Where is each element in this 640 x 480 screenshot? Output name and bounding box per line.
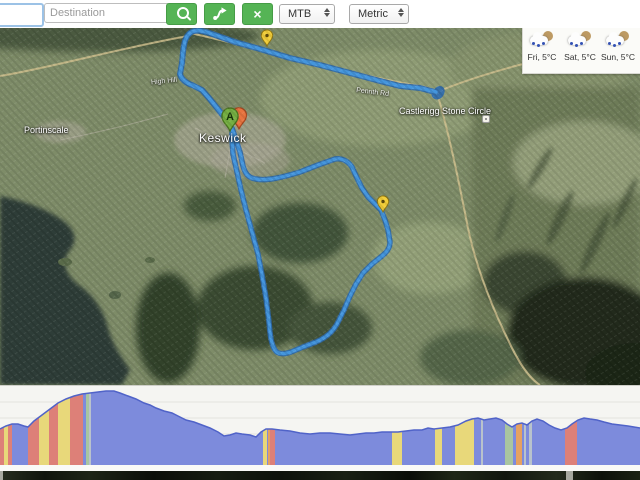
route-type-select[interactable]: MTB <box>279 4 335 24</box>
rain-sun-icon <box>530 31 554 49</box>
photo-strip[interactable] <box>0 471 640 480</box>
rain-sun-icon <box>606 31 630 49</box>
weather-day-label: Fri, 5°C <box>527 52 557 62</box>
map-label-town: Keswick <box>199 131 247 145</box>
map-canvas[interactable]: A Keswick Portinscale Castlerigg Stone C… <box>0 28 640 385</box>
weather-day: Fri, 5°C <box>523 26 561 73</box>
search-icon <box>176 7 189 19</box>
route-type-value: MTB <box>288 8 312 20</box>
search-button[interactable] <box>166 3 197 25</box>
destination-input[interactable] <box>44 3 170 23</box>
elevation-profile-panel[interactable] <box>0 385 640 466</box>
route-options-button[interactable] <box>204 3 235 25</box>
weather-day-label: Sun, 5°C <box>600 52 636 62</box>
weather-day: Sun, 5°C <box>599 26 637 73</box>
map-label-village: Portinscale <box>24 125 69 135</box>
weather-day: Sat, 5°C <box>561 26 599 73</box>
stone-circle-icon <box>482 115 490 123</box>
toolbar: × MTB Metric <box>0 0 640 28</box>
elevation-chart[interactable] <box>0 386 640 466</box>
weather-forecast-panel: Fri, 5°C Sat, 5°C Sun, 5°C <box>522 25 640 74</box>
origin-input[interactable] <box>0 3 44 27</box>
photo-separator <box>566 471 573 480</box>
units-select[interactable]: Metric <box>349 4 409 24</box>
select-spinner-icon <box>324 8 330 17</box>
map-texture <box>0 28 640 385</box>
rain-sun-icon <box>568 31 592 49</box>
map-label-poi: Castlerigg Stone Circle <box>399 106 492 116</box>
photo-separator <box>0 471 3 480</box>
units-value: Metric <box>358 8 388 20</box>
close-icon: × <box>253 6 262 22</box>
clear-route-button[interactable]: × <box>242 3 273 25</box>
weather-day-label: Sat, 5°C <box>564 52 596 62</box>
route-icon <box>212 7 227 20</box>
select-spinner-icon <box>398 8 404 17</box>
